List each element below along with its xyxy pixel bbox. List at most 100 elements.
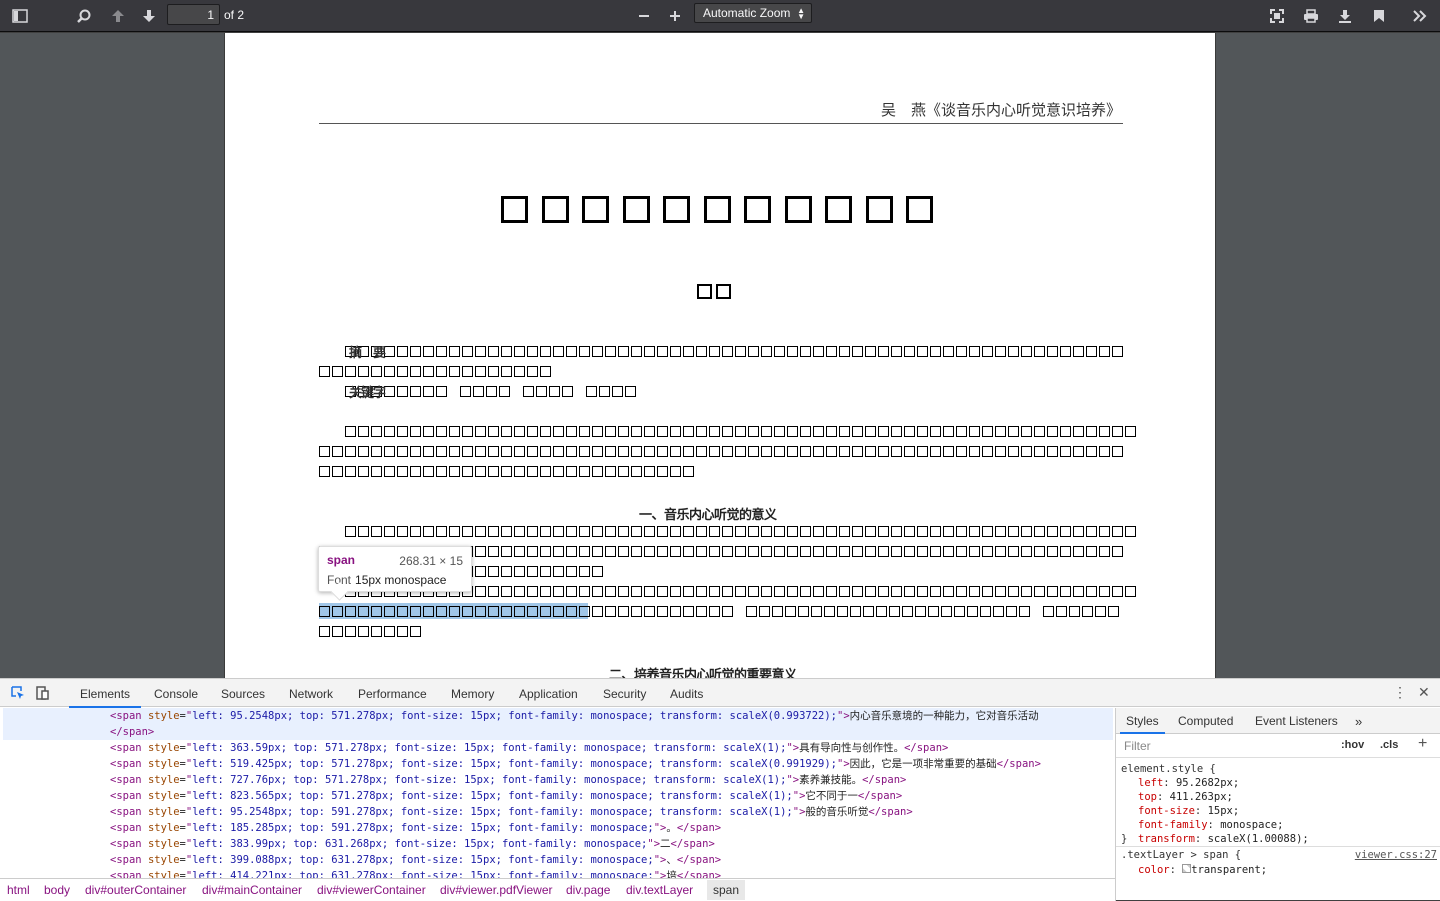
tab-sources[interactable]: Sources	[221, 687, 265, 701]
tab-memory[interactable]: Memory	[451, 687, 494, 701]
glyph-box	[813, 426, 824, 437]
glyph-box	[514, 426, 525, 437]
breadcrumb-item[interactable]: html	[7, 883, 30, 897]
glyph-box	[475, 466, 486, 477]
download-icon[interactable]	[1331, 4, 1359, 28]
dom-node-line[interactable]: <span style="left: 727.76px; top: 571.27…	[110, 772, 906, 788]
close-icon[interactable]: ✕	[1418, 684, 1430, 701]
breadcrumb-item[interactable]: div.page	[566, 883, 610, 897]
breadcrumb-item[interactable]: div#viewer.pdfViewer	[440, 883, 553, 897]
glyph-box	[956, 546, 967, 557]
glyph-box	[436, 426, 447, 437]
style-prop[interactable]: top: 411.263px;	[1138, 790, 1233, 804]
dom-node-close[interactable]: </span>	[110, 724, 154, 740]
dom-node-line[interactable]: <span style="left: 399.088px; top: 631.2…	[110, 852, 721, 868]
filter-input[interactable]: Filter	[1124, 739, 1151, 753]
glyph-box	[813, 526, 824, 537]
presentation-mode-icon[interactable]	[1263, 4, 1291, 28]
glyph-box	[917, 526, 928, 537]
inspect-element-icon[interactable]	[4, 681, 32, 705]
glyph-box	[566, 346, 577, 357]
glyph-box	[800, 546, 811, 557]
text-line	[319, 444, 1125, 459]
glyph-box	[813, 446, 824, 457]
tab-security[interactable]: Security	[603, 687, 646, 701]
glyph-box	[592, 526, 603, 537]
cls-toggle[interactable]: .cls	[1380, 739, 1398, 751]
glyph-box	[928, 606, 939, 617]
tab-styles[interactable]: Styles	[1120, 714, 1165, 734]
breadcrumb-item[interactable]: div#viewerContainer	[317, 883, 426, 897]
bookmark-icon[interactable]	[1365, 4, 1393, 28]
breadcrumb-item[interactable]: div.textLayer	[626, 883, 693, 897]
dom-node-line[interactable]: <span style="left: 185.285px; top: 591.2…	[110, 820, 721, 836]
rule-source-link[interactable]: viewer.css:27	[1355, 848, 1437, 862]
next-page-icon[interactable]	[135, 4, 163, 28]
zoom-out-icon[interactable]	[630, 4, 658, 28]
glyph-box	[631, 446, 642, 457]
dom-node-line[interactable]: <span style="left: 95.2548px; top: 571.2…	[110, 708, 1039, 724]
glyph-box	[891, 346, 902, 357]
tab-network[interactable]: Network	[289, 687, 333, 701]
glyph-box	[540, 346, 551, 357]
style-prop[interactable]: left: 95.2682px;	[1138, 776, 1239, 790]
tools-menu-icon[interactable]	[1406, 4, 1434, 28]
glyph-box	[631, 546, 642, 557]
glyph-box	[800, 346, 811, 357]
dom-node-line[interactable]: <span style="left: 383.99px; top: 631.26…	[110, 836, 715, 852]
glyph-box	[837, 606, 848, 617]
zoom-in-icon[interactable]	[661, 4, 689, 28]
color-swatch-icon[interactable]	[1182, 864, 1192, 873]
more-tabs-icon[interactable]: »	[1355, 714, 1362, 729]
new-rule-icon[interactable]: +	[1418, 735, 1427, 753]
glyph-box	[488, 346, 499, 357]
tab-computed[interactable]: Computed	[1178, 714, 1233, 728]
tab-console[interactable]: Console	[154, 687, 198, 701]
glyph-box	[501, 526, 512, 537]
dom-node-line[interactable]: <span style="left: 823.565px; top: 571.2…	[110, 788, 902, 804]
glyph-box	[774, 546, 785, 557]
sidebar-toggle-icon[interactable]	[6, 4, 34, 28]
glyph-box	[865, 346, 876, 357]
dom-node-line[interactable]: <span style="left: 414.221px; top: 631.2…	[110, 868, 721, 878]
zoom-select[interactable]: Automatic Zoom ▲ ▼	[694, 3, 812, 23]
dom-node-line[interactable]: <span style="left: 363.59px; top: 571.27…	[110, 740, 948, 756]
print-icon[interactable]	[1297, 4, 1325, 28]
tab-application[interactable]: Application	[519, 687, 578, 701]
glyph-box	[1021, 426, 1032, 437]
glyph-box	[1073, 526, 1084, 537]
dom-node-line[interactable]: <span style="left: 519.425px; top: 571.2…	[110, 756, 1041, 772]
glyph-box	[1073, 426, 1084, 437]
breadcrumb-item[interactable]: div#mainContainer	[202, 883, 302, 897]
glyph-box	[982, 586, 993, 597]
breadcrumb-item[interactable]: span	[707, 880, 746, 900]
style-prop[interactable]: transform: scaleX(1.00088);	[1138, 832, 1309, 846]
glyph-box	[761, 426, 772, 437]
dom-node-line[interactable]: <span style="left: 95.2548px; top: 591.2…	[110, 804, 913, 820]
glyph-box	[703, 196, 731, 223]
breadcrumb-item[interactable]: div#outerContainer	[85, 883, 186, 897]
page-number-input[interactable]: 1	[167, 4, 220, 25]
glyph-box	[1056, 606, 1067, 617]
glyph-box	[397, 626, 408, 637]
device-toolbar-icon[interactable]	[29, 681, 57, 705]
breadcrumb-item[interactable]: body	[44, 883, 70, 897]
glyph-box	[657, 446, 668, 457]
previous-page-icon[interactable]	[104, 4, 132, 28]
glyph-box	[956, 586, 967, 597]
more-options-icon[interactable]: ⋮	[1393, 684, 1407, 701]
tab-event-listeners[interactable]: Event Listeners	[1255, 714, 1338, 728]
inspect-tooltip: span 268.31 × 15 Font 15px monospace	[318, 546, 472, 592]
hov-toggle[interactable]: :hov	[1341, 739, 1364, 751]
tab-elements[interactable]: Elements	[68, 687, 142, 708]
style-prop[interactable]: font-family: monospace;	[1138, 818, 1283, 832]
search-icon[interactable]	[70, 4, 98, 28]
tab-performance[interactable]: Performance	[358, 687, 427, 701]
glyph-box	[735, 586, 746, 597]
glyph-box	[787, 546, 798, 557]
style-prop[interactable]: font-size: 15px;	[1138, 804, 1239, 818]
glyph-box	[553, 446, 564, 457]
text-line	[319, 364, 553, 379]
glyph-box	[540, 526, 551, 537]
tab-audits[interactable]: Audits	[670, 687, 703, 701]
